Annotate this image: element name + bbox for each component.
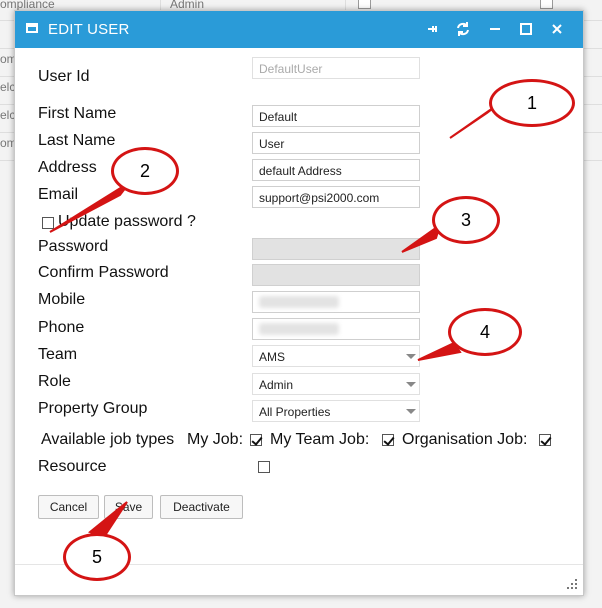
team-select[interactable]: AMS (252, 345, 420, 367)
role-value: Admin (259, 378, 294, 392)
callout-2: 2 (111, 147, 179, 195)
resource-checkbox[interactable] (258, 461, 270, 473)
user-id-label: User Id (38, 68, 90, 85)
address-label: Address (38, 159, 97, 176)
resource-label: Resource (38, 458, 107, 475)
first-name-label: First Name (38, 105, 117, 122)
dialog-title: EDIT USER (48, 21, 130, 38)
job-types-label: Available job types (41, 431, 175, 448)
grid-checkbox (540, 0, 553, 9)
cancel-button[interactable]: Cancel (38, 495, 99, 519)
phone-label: Phone (38, 319, 85, 336)
callout-3: 3 (432, 196, 500, 244)
save-button[interactable]: Save (104, 495, 153, 519)
last-name-label: Last Name (38, 132, 116, 149)
mobile-label: Mobile (38, 291, 86, 308)
property-group-value: All Properties (259, 405, 331, 419)
role-label: Role (38, 373, 71, 390)
callout-5: 5 (63, 533, 131, 581)
update-password-label: Update password ? (58, 213, 196, 230)
deactivate-button[interactable]: Deactivate (160, 495, 243, 519)
role-select[interactable]: Admin (252, 373, 420, 395)
callout-4: 4 (448, 308, 522, 356)
email-input[interactable]: support@psi2000.com (252, 186, 420, 208)
my-team-job-label: My Team Job: (270, 431, 370, 448)
update-password-checkbox[interactable] (42, 217, 54, 229)
property-group-label: Property Group (38, 400, 148, 417)
chevron-down-icon (406, 409, 416, 414)
team-value: AMS (259, 350, 286, 364)
chevron-down-icon (406, 354, 416, 359)
window-icon (26, 23, 38, 33)
chevron-down-icon (406, 382, 416, 387)
organisation-job-checkbox[interactable] (539, 434, 551, 446)
maximize-icon[interactable] (516, 19, 536, 39)
my-job-checkbox[interactable] (250, 434, 262, 446)
minimize-icon[interactable] (485, 19, 505, 39)
email-label: Email (38, 186, 79, 203)
resize-grip-icon[interactable] (567, 579, 577, 589)
callout-1: 1 (489, 79, 575, 127)
redacted-value (259, 296, 339, 308)
dialog-titlebar[interactable]: EDIT USER (15, 11, 583, 48)
team-label: Team (38, 346, 78, 363)
user-id-field: DefaultUser (252, 57, 420, 79)
confirm-password-input (252, 264, 420, 286)
confirm-password-label: Confirm Password (38, 264, 169, 281)
organisation-job-label: Organisation Job: (402, 431, 528, 448)
redacted-value (259, 323, 339, 335)
password-input (252, 238, 420, 260)
phone-input[interactable] (252, 318, 420, 340)
first-name-input[interactable]: Default (252, 105, 420, 127)
pin-icon[interactable] (423, 19, 443, 39)
my-team-job-checkbox[interactable] (382, 434, 394, 446)
last-name-input[interactable]: User (252, 132, 420, 154)
address-input[interactable]: default Address (252, 159, 420, 181)
mobile-input[interactable] (252, 291, 420, 313)
refresh-icon[interactable] (453, 19, 473, 39)
password-label: Password (38, 238, 109, 255)
grid-checkbox (358, 0, 371, 9)
property-group-select[interactable]: All Properties (252, 400, 420, 422)
close-icon[interactable] (547, 19, 567, 39)
my-job-label: My Job: (187, 431, 244, 448)
